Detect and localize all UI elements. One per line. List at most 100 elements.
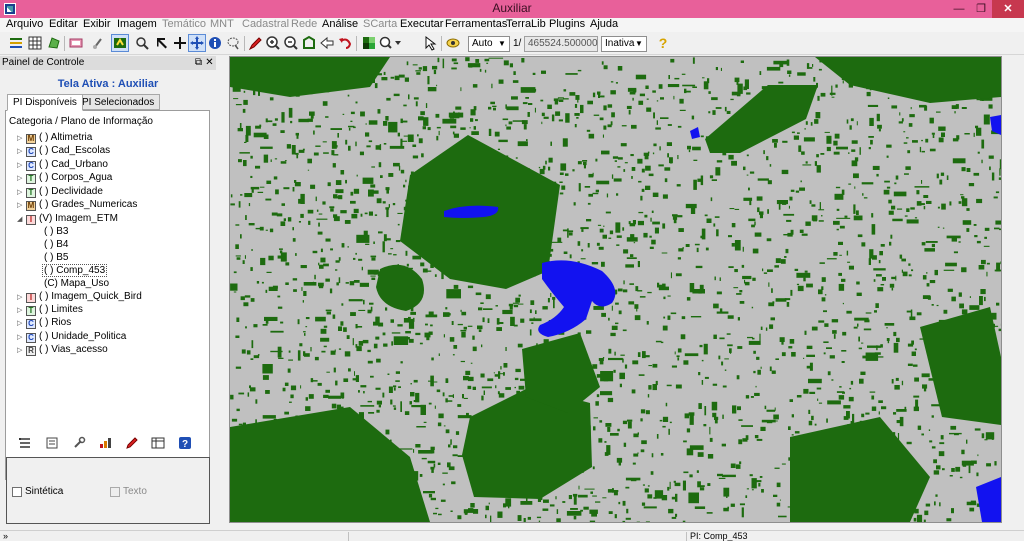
list-icon[interactable] [18,436,32,450]
tree-item-b3[interactable]: ( ) B3 [44,225,68,238]
menu-editar[interactable]: Editar [49,18,78,32]
synthetic-label: Sintética [25,486,64,497]
menu-ferramentas[interactable]: Ferramentas [445,18,507,32]
zoom-mode-select[interactable]: Auto ▼ [468,36,510,52]
tree-item-imagem-etm[interactable]: ◢ I (V) Imagem_ETM [17,212,118,225]
vegetation-pixel [919,104,927,108]
tab-pi-disponiveis[interactable]: PI Disponíveis [7,94,83,111]
vegetation-pixel [251,188,254,193]
lasso-icon[interactable] [225,35,241,51]
tree-item-unidade-politica[interactable]: ▷ C( ) Unidade_Politica [17,330,126,343]
pencil-icon[interactable] [248,35,264,51]
expand-icon[interactable]: ▷ [17,199,26,212]
expand-icon[interactable]: ▷ [17,317,26,330]
classified-map[interactable] [230,57,1001,522]
help-icon[interactable]: ? [655,35,671,51]
tree-item-vias-acesso[interactable]: ▷ R( ) Vias_acesso [17,343,108,356]
vegetation-pixel [259,124,262,127]
tree-item-corpos-agua[interactable]: ▷ T( ) Corpos_Agua [17,171,112,184]
vegetation-pixel [823,310,827,313]
tree-item-limites[interactable]: ▷ T( ) Limites [17,303,83,316]
menu-exibir[interactable]: Exibir [83,18,111,32]
tree-item-b5[interactable]: ( ) B5 [44,251,68,264]
expand-icon[interactable]: ▷ [17,172,26,185]
move-icon[interactable] [154,35,170,51]
synthetic-checkbox[interactable] [12,487,22,497]
menu-plugins[interactable]: Plugins [549,18,585,32]
close-icon[interactable]: ✕ [204,56,215,70]
vegetation-pixel [907,363,913,366]
vegetation-pixel [427,460,436,464]
text-checkbox[interactable] [110,487,120,497]
tab-pi-selecionados[interactable]: PI Selecionados [76,94,161,110]
collapse-icon[interactable]: ◢ [17,213,26,226]
expand-icon[interactable]: ▷ [17,344,26,357]
vegetation-pixel [921,139,923,142]
tree-item-cad-escolas[interactable]: ▷ C( ) Cad_Escolas [17,144,110,157]
close-button[interactable]: ✕ [992,0,1024,18]
menu-arquivo[interactable]: Arquivo [6,18,43,32]
pointer-icon[interactable] [423,35,439,51]
tree-item-grades-numericas[interactable]: ▷ M( ) Grades_Numericas [17,198,137,211]
tree-item-cad-urbano[interactable]: ▷ C( ) Cad_Urbano [17,158,108,171]
scale-field[interactable]: 465524.500000 [524,36,598,52]
vegetation-pixel [984,439,988,441]
eraser-icon[interactable] [68,35,84,51]
undock-icon[interactable]: ⧉ [193,56,204,70]
tree-item-comp-453[interactable]: ( ) Comp_453 [42,264,108,277]
chart-icon[interactable] [98,436,112,450]
zoom-in-icon[interactable] [265,35,281,51]
maximize-button[interactable]: ❐ [970,0,992,18]
vegetation-pixel [243,99,248,105]
back-icon[interactable] [319,35,335,51]
pan-icon[interactable] [188,34,206,52]
clip-icon[interactable] [90,35,106,51]
help-icon[interactable]: ? [178,436,192,450]
tree-item-b4[interactable]: ( ) B4 [44,238,68,251]
minimize-button[interactable]: — [948,0,970,18]
vegetation-pixel [430,497,436,501]
menu-terralib[interactable]: TerraLib [506,18,546,32]
vegetation-pixel [348,299,363,302]
zoom-area-icon[interactable] [301,35,317,51]
info-icon[interactable] [207,35,223,51]
expand-icon[interactable]: ▷ [17,145,26,158]
tree-item-declividade[interactable]: ▷ T( ) Declividade [17,185,103,198]
menu-executar[interactable]: Executar [400,18,443,32]
menu-ajuda[interactable]: Ajuda [590,18,618,32]
select-tool-icon[interactable] [111,34,129,52]
draw-polygon-icon[interactable] [46,35,62,51]
zoom-icon[interactable] [134,35,150,51]
edit-pencil-icon[interactable] [125,436,139,450]
add-icon[interactable] [172,35,188,51]
layers-icon[interactable] [8,35,24,51]
menu-imagem[interactable]: Imagem [117,18,157,32]
edit-state-select[interactable]: Inativa ▼ [601,36,647,52]
properties-icon[interactable] [45,436,59,450]
tree-item-rios[interactable]: ▷ C( ) Rios [17,316,71,329]
map-canvas[interactable] [229,56,1002,523]
vegetation-pixel [410,383,412,385]
menu-tematico[interactable]: Temático [162,18,206,32]
tree-item-mapa-uso[interactable]: (C) Mapa_Uso [44,277,109,290]
menu-scarta[interactable]: SCarta [363,18,397,32]
color-icon[interactable] [361,35,377,51]
eye-icon[interactable] [445,35,461,51]
vegetation-pixel [626,105,632,109]
menu-cadastral[interactable]: Cadastral [242,18,289,32]
grid-icon[interactable] [27,35,43,51]
tree-item-imagem-quick-bird[interactable]: ▷ I( ) Imagem_Quick_Bird [17,290,142,303]
tree-item-altimetria[interactable]: ▷ M( ) Altimetria [17,131,92,144]
zoom-out-icon[interactable] [283,35,299,51]
menu-rede[interactable]: Rede [291,18,317,32]
vegetation-pixel [240,296,245,301]
menu-mnt[interactable]: MNT [210,18,234,32]
vegetation-pixel [563,89,567,92]
vegetation-pixel [412,155,419,159]
vegetation-pixel [853,215,863,221]
zoom-dropdown-icon[interactable] [378,35,402,51]
tools-icon[interactable] [72,436,86,450]
table-icon[interactable] [151,436,165,450]
menu-analise[interactable]: Análise [322,18,358,32]
undo-icon[interactable] [337,35,353,51]
